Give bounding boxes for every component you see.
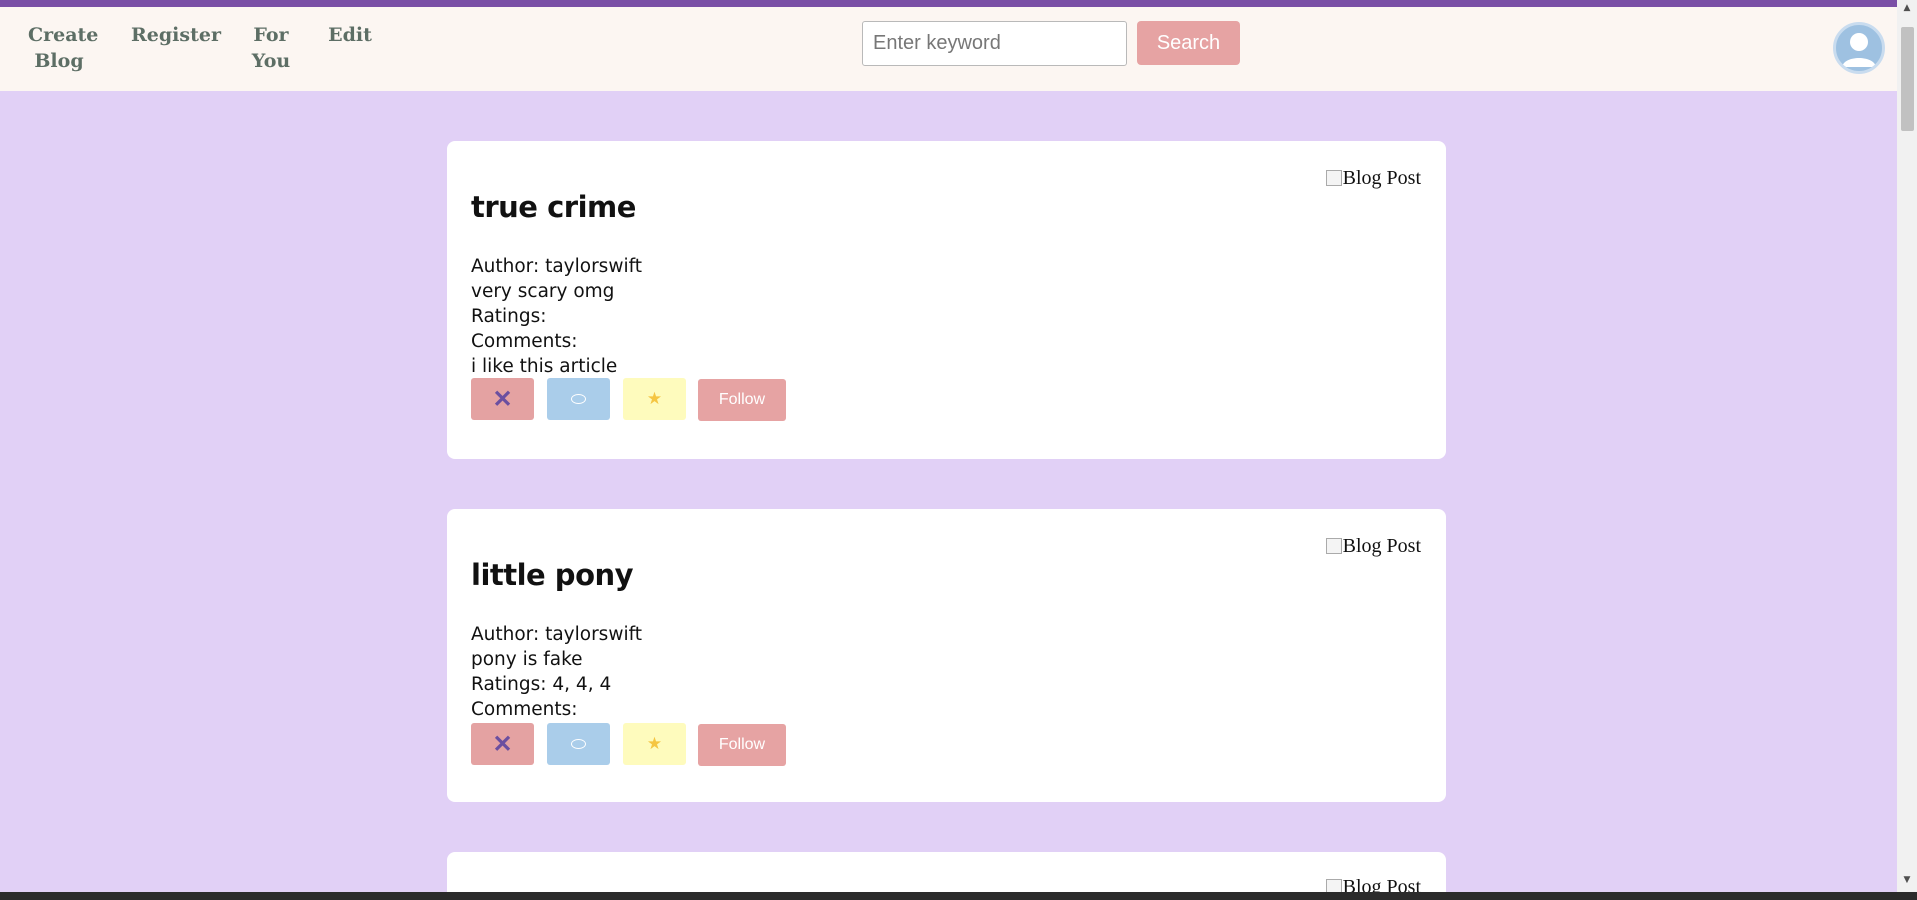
- top-accent-bar: [0, 0, 1897, 7]
- scroll-down-arrow-icon[interactable]: ▼: [1897, 872, 1917, 889]
- post-body: very scary omg: [471, 281, 615, 302]
- scroll-up-arrow-icon[interactable]: ▲: [1897, 0, 1917, 17]
- post-body: pony is fake: [471, 649, 583, 670]
- follow-button[interactable]: Follow: [698, 379, 786, 421]
- close-button[interactable]: ✕: [471, 378, 534, 420]
- post-comment: i like this article: [471, 356, 618, 377]
- rate-button[interactable]: ★: [623, 723, 686, 765]
- comment-button[interactable]: [547, 378, 610, 420]
- post-comments-label: Comments:: [471, 331, 578, 352]
- close-icon: ✕: [492, 730, 513, 758]
- comment-icon: [571, 393, 586, 404]
- follow-button[interactable]: Follow: [698, 724, 786, 766]
- navbar: Create Blog Register For You Edit Search: [0, 7, 1897, 91]
- scrollbar-thumb[interactable]: [1901, 27, 1914, 131]
- post-author: Author: taylorswift: [471, 624, 643, 645]
- blog-post-image: Blog Post: [1325, 167, 1421, 190]
- search-button[interactable]: Search: [1137, 21, 1240, 65]
- comment-icon: [571, 738, 586, 749]
- rate-button[interactable]: ★: [623, 378, 686, 420]
- vertical-scrollbar[interactable]: ▲ ▼: [1897, 0, 1917, 892]
- blog-post-image: Blog Post: [1325, 535, 1421, 558]
- post-comments-label: Comments:: [471, 699, 578, 720]
- nav-edit[interactable]: Edit: [328, 22, 372, 48]
- search-input[interactable]: [862, 21, 1127, 66]
- post-title: little pony: [471, 558, 634, 592]
- close-button[interactable]: ✕: [471, 723, 534, 765]
- post-author: Author: taylorswift: [471, 256, 643, 277]
- nav-for-you[interactable]: For You: [248, 22, 294, 74]
- post-ratings: Ratings:: [471, 306, 547, 327]
- star-icon: ★: [646, 389, 663, 408]
- nav-register[interactable]: Register: [130, 22, 222, 48]
- blog-post-card: Blog Post true crime Author: taylorswift…: [447, 141, 1446, 459]
- comment-button[interactable]: [547, 723, 610, 765]
- post-title: true crime: [471, 190, 636, 224]
- broken-image-icon: [1325, 538, 1342, 554]
- blog-post-card: Blog Post little pony Author: taylorswif…: [447, 509, 1446, 802]
- post-ratings: Ratings: 4, 4, 4: [471, 674, 612, 695]
- nav-create-blog[interactable]: Create Blog: [28, 22, 98, 74]
- blog-post-card: Blog Post: [447, 852, 1446, 898]
- star-icon: ★: [646, 734, 663, 753]
- user-avatar-icon[interactable]: [1833, 22, 1885, 74]
- taskbar: [0, 892, 1917, 900]
- close-icon: ✕: [492, 385, 513, 413]
- broken-image-icon: [1325, 170, 1342, 186]
